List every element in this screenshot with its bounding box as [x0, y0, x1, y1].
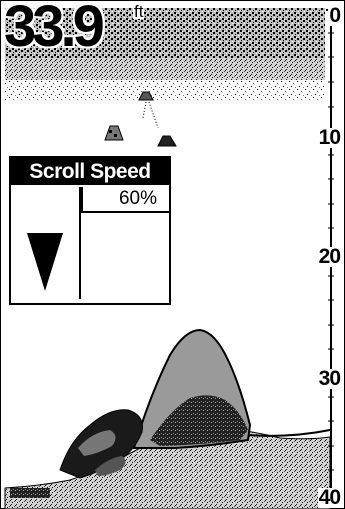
triangle-down-icon: [27, 233, 63, 291]
surface-clutter-lower: [5, 58, 325, 80]
scroll-speed-indicator[interactable]: [11, 187, 81, 299]
fish-icon: [104, 125, 124, 141]
bottom-line: [247, 429, 331, 437]
fish-icon: [157, 135, 177, 147]
depth-readout: 33.9: [4, 0, 105, 59]
depth-scale-label: 40: [317, 486, 341, 509]
depth-unit-label: ft: [133, 2, 145, 21]
depth-scale-label: 0: [328, 4, 341, 27]
scroll-speed-value-box: 60%: [81, 187, 169, 213]
scroll-speed-value: 60%: [118, 188, 157, 209]
bottom-clutter-left: [10, 488, 50, 498]
depth-scale-label: 10: [317, 126, 341, 149]
surface-clutter-fade: [5, 80, 325, 100]
scroll-speed-panel[interactable]: Scroll Speed 60%: [9, 156, 171, 305]
depth-scale-label: 30: [317, 367, 341, 390]
depth-scale-label: 20: [317, 245, 341, 268]
sonar-screen: 33.9 ft 0 10 20 30 40 Scroll Speed 60%: [0, 0, 345, 509]
scroll-speed-title: Scroll Speed: [11, 158, 169, 185]
